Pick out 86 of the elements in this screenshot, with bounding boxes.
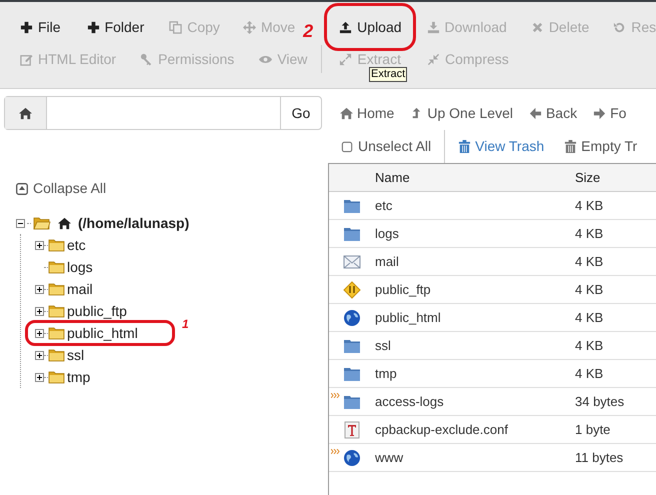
table-cell-text: 1 byte: [575, 420, 610, 439]
folder-icon: [48, 348, 66, 362]
file-name[interactable]: tmp: [375, 364, 575, 384]
nav-button[interactable]: Home: [340, 102, 394, 124]
expand-icon[interactable]: [35, 328, 44, 338]
open-folder-icon: [33, 216, 51, 230]
home-icon: [340, 106, 353, 120]
column-header[interactable]: Size: [575, 168, 600, 188]
tooltip: Extract: [369, 67, 408, 82]
plus-icon: [86, 20, 100, 34]
plus-icon: [20, 20, 33, 34]
undo-icon: [613, 20, 626, 34]
table-cell-text: 34 bytes: [575, 392, 624, 411]
file-name[interactable]: mail: [375, 252, 575, 272]
tree-item[interactable]: tmp: [67, 366, 90, 388]
expand-icon[interactable]: [35, 284, 44, 294]
table-cell-text: 4 KB: [575, 224, 604, 243]
toolbar-button[interactable]: Folder: [86, 16, 144, 38]
table-cell-text: 11 bytes: [575, 448, 624, 467]
table-cell-text: 4 KB: [575, 364, 604, 383]
column-header[interactable]: Name: [375, 168, 575, 188]
globe-icon: [343, 448, 361, 466]
left-arrow-icon: [528, 106, 542, 120]
expand-icon[interactable]: [35, 240, 44, 250]
envelope-icon: [343, 252, 361, 270]
file-name[interactable]: cpbackup-exclude.conf: [375, 420, 575, 440]
tree-item[interactable]: logs: [67, 256, 93, 278]
table-cell-text: 4 KB: [575, 252, 604, 271]
expand-icon: [339, 52, 352, 66]
link[interactable]: View Trash: [458, 136, 544, 157]
step-number: 2: [303, 22, 314, 40]
globe-icon: [343, 308, 361, 326]
tree-item[interactable]: mail: [67, 278, 93, 300]
file-name[interactable]: access-logs: [375, 392, 575, 412]
file-name[interactable]: ssl: [375, 336, 575, 356]
trash-icon: [458, 140, 472, 153]
right-arrow-icon: [593, 106, 606, 120]
expand-icon[interactable]: [35, 306, 44, 316]
folder-icon: [48, 238, 66, 252]
text-file-icon: [343, 420, 361, 438]
collapse-icon[interactable]: [16, 218, 25, 228]
action-button[interactable]: Empty Tr: [564, 136, 638, 157]
upload-icon: [339, 20, 352, 34]
tree-item[interactable]: etc: [67, 234, 86, 256]
close-icon: [530, 20, 544, 34]
tree-item[interactable]: (/home/lalunasp): [78, 212, 190, 234]
edit-icon: [20, 52, 33, 66]
table-cell-text: 4 KB: [575, 308, 604, 327]
link-arrows-icon: [331, 392, 340, 398]
nav-button[interactable]: Fo: [593, 102, 626, 124]
trash-icon: [564, 140, 578, 153]
toolbar-button[interactable]: File: [20, 16, 61, 38]
tree-item[interactable]: public_html: [67, 322, 138, 344]
file-name[interactable]: etc: [375, 196, 575, 216]
folder-icon: [48, 260, 66, 274]
tree-item[interactable]: ssl: [67, 344, 84, 366]
action-button[interactable]: Unselect All: [341, 136, 432, 157]
copy-icon: [169, 20, 182, 34]
folder-icon: [48, 304, 66, 318]
collapse-icon: [16, 182, 28, 194]
home-icon: [58, 216, 71, 230]
table-cell-text: 4 KB: [575, 336, 604, 355]
collapse-all-button[interactable]: Collapse All: [16, 178, 106, 199]
file-name[interactable]: public_ftp: [375, 280, 575, 300]
link-arrows-icon: [331, 448, 340, 454]
folder-icon: [48, 282, 66, 296]
nav-button[interactable]: Back: [528, 102, 578, 124]
nav-button[interactable]: Up One Level: [410, 102, 513, 124]
step-number: 1: [182, 318, 189, 330]
file-name[interactable]: public_html: [375, 308, 575, 328]
file-name[interactable]: logs: [375, 224, 575, 244]
tree-item[interactable]: public_ftp: [67, 300, 127, 322]
expand-icon[interactable]: [35, 350, 44, 360]
expand-icon[interactable]: [35, 372, 44, 382]
folder-icon: [48, 326, 66, 340]
download-icon: [426, 20, 440, 34]
folder-icon: [48, 370, 66, 384]
file-name[interactable]: www: [375, 448, 575, 468]
key-icon: [140, 52, 154, 66]
compress-icon: [426, 52, 440, 66]
checkbox-icon: [341, 140, 354, 153]
table-cell-text: 4 KB: [575, 196, 604, 215]
table-cell-text: 4 KB: [575, 280, 604, 299]
move-icon: [242, 20, 256, 34]
warning-diamond-icon: [343, 280, 361, 298]
toolbar-button[interactable]: Upload: [339, 16, 402, 38]
